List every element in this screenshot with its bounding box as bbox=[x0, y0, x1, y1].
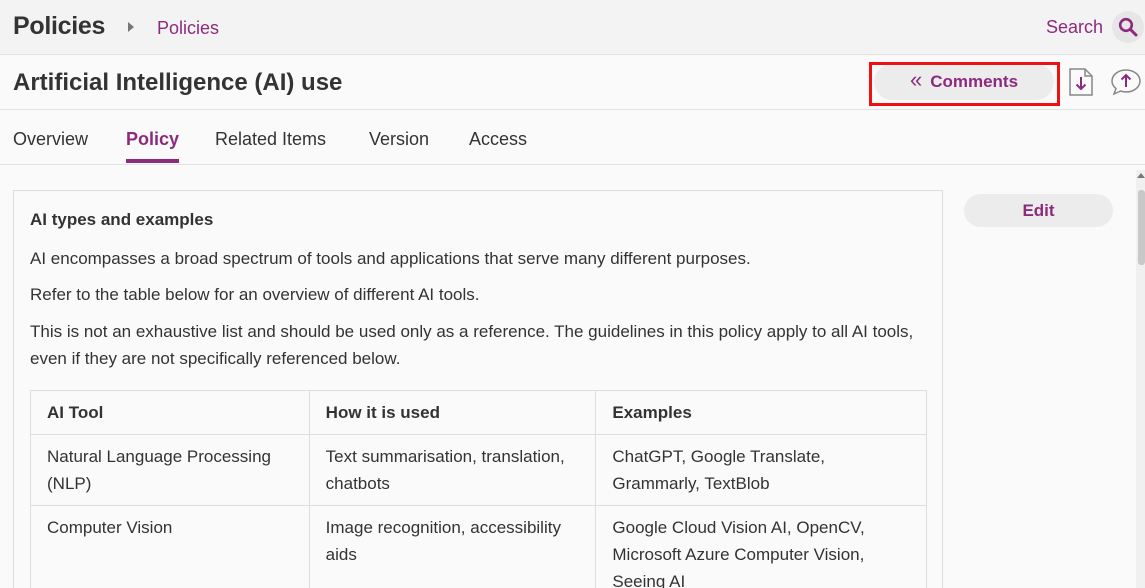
search-icon bbox=[1118, 17, 1138, 37]
tab-version[interactable]: Version bbox=[369, 129, 429, 150]
active-tab-indicator bbox=[126, 159, 179, 163]
search-label[interactable]: Search bbox=[1046, 17, 1103, 38]
table-cell: Google Cloud Vision AI, OpenCV, Microsof… bbox=[595, 505, 927, 588]
app-title[interactable]: Policies bbox=[13, 12, 105, 41]
column-header-how-used: How it is used bbox=[308, 390, 597, 435]
tab-bar: Overview Policy Related Items Version Ac… bbox=[0, 111, 1145, 165]
breadcrumb-policies[interactable]: Policies bbox=[157, 18, 219, 39]
search-button[interactable] bbox=[1112, 11, 1144, 43]
table-cell: Natural Language Processing (NLP) bbox=[30, 434, 310, 506]
scrollbar-thumb[interactable] bbox=[1138, 190, 1145, 265]
top-bar: Policies Policies Search bbox=[0, 0, 1145, 55]
column-header-ai-tool: AI Tool bbox=[30, 390, 310, 435]
table-row: Computer Vision Image recognition, acces… bbox=[30, 505, 927, 588]
tab-policy[interactable]: Policy bbox=[126, 129, 179, 150]
paragraph: Refer to the table below for an overview… bbox=[30, 285, 480, 304]
paragraph: This is not an exhaustive list and shoul… bbox=[30, 322, 914, 368]
tab-overview[interactable]: Overview bbox=[13, 129, 88, 150]
document-header: Artificial Intelligence (AI) use « Comme… bbox=[0, 56, 1145, 110]
column-header-examples: Examples bbox=[595, 390, 927, 435]
breadcrumb-chevron-icon bbox=[128, 22, 134, 32]
double-chevron-left-icon: « bbox=[909, 67, 923, 92]
table-row: Natural Language Processing (NLP) Text s… bbox=[30, 434, 927, 506]
section-heading: AI types and examples bbox=[30, 210, 214, 229]
page-title: Artificial Intelligence (AI) use bbox=[13, 69, 343, 96]
table-cell: Text summarisation, translation, chatbot… bbox=[308, 434, 597, 506]
scroll-up-arrow-icon[interactable] bbox=[1137, 173, 1145, 178]
table-cell: Computer Vision bbox=[30, 505, 310, 588]
ai-tools-table: AI Tool How it is used Examples Natural … bbox=[30, 390, 927, 588]
tab-access[interactable]: Access bbox=[469, 129, 527, 150]
edit-button[interactable]: Edit bbox=[964, 194, 1113, 227]
table-header-row: AI Tool How it is used Examples bbox=[30, 390, 927, 435]
download-icon[interactable] bbox=[1068, 67, 1094, 97]
comments-label: Comments bbox=[930, 72, 1019, 91]
table-cell: Image recognition, accessibility aids bbox=[308, 505, 597, 588]
table-cell: ChatGPT, Google Translate, Grammarly, Te… bbox=[595, 434, 927, 506]
tab-related-items[interactable]: Related Items bbox=[215, 129, 326, 150]
upload-comment-icon[interactable] bbox=[1110, 68, 1142, 96]
comments-button[interactable]: « Comments bbox=[874, 64, 1054, 100]
paragraph: AI encompasses a broad spectrum of tools… bbox=[30, 249, 751, 268]
policy-content: AI types and examples AI encompasses a b… bbox=[13, 190, 943, 588]
